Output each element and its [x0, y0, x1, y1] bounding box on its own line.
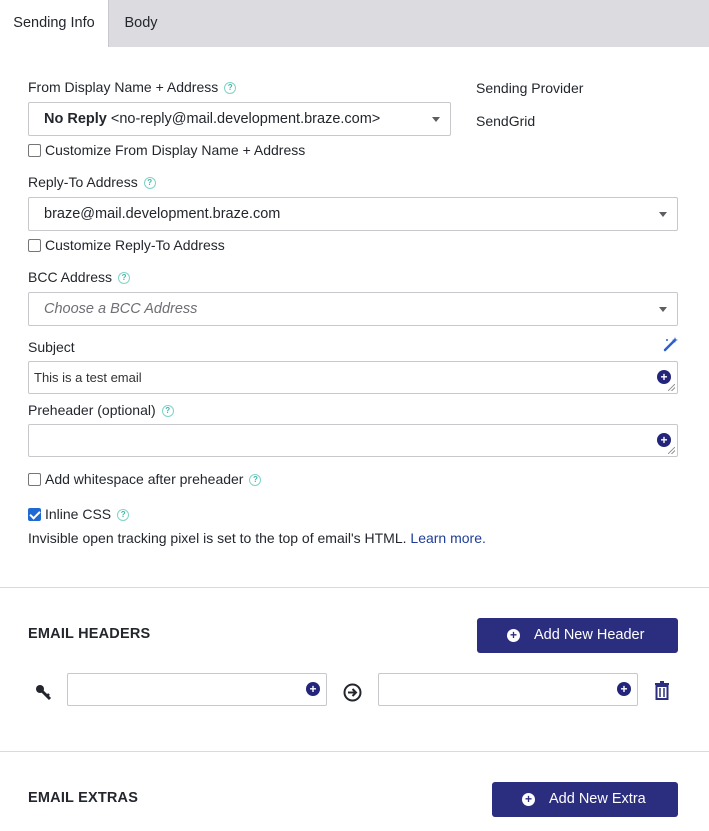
subject-input[interactable]: This is a test email +	[28, 361, 678, 394]
bcc-label: BCC Address	[28, 269, 113, 285]
help-icon[interactable]: ?	[161, 405, 174, 417]
sending-provider-value: SendGrid	[476, 113, 536, 129]
inline-css-checkbox[interactable]	[28, 508, 41, 521]
inline-css-label-row: Inline CSS?	[45, 506, 130, 522]
tab-bar: Sending Info Body	[0, 0, 709, 47]
learn-more-link[interactable]: Learn more.	[410, 530, 485, 546]
trash-icon[interactable]	[654, 681, 670, 700]
section-divider	[0, 751, 709, 752]
plus-icon: +	[522, 793, 535, 806]
add-new-extra-button[interactable]: + Add New Extra	[492, 782, 678, 817]
section-divider	[0, 587, 709, 588]
customize-from-checkbox[interactable]	[28, 144, 41, 157]
inline-css-note: Invisible open tracking pixel is set to …	[28, 530, 407, 546]
header-key-input[interactable]: +	[67, 673, 327, 706]
preheader-label-row: Preheader (optional)?	[28, 402, 174, 418]
help-icon[interactable]: ?	[118, 272, 131, 284]
help-icon[interactable]: ?	[143, 177, 156, 189]
whitespace-label-row: Add whitespace after preheader?	[45, 471, 262, 487]
customize-reply-to-checkbox[interactable]	[28, 239, 41, 252]
chevron-down-icon	[659, 307, 667, 312]
email-headers-title: EMAIL HEADERS	[28, 626, 151, 642]
whitespace-label: Add whitespace after preheader	[45, 471, 244, 487]
whitespace-checkbox[interactable]	[28, 473, 41, 486]
subject-value: This is a test email	[34, 370, 142, 385]
reply-to-label: Reply-To Address	[28, 174, 138, 190]
preheader-input[interactable]: +	[28, 424, 678, 457]
plus-icon: +	[507, 629, 520, 642]
help-icon[interactable]: ?	[249, 474, 262, 486]
bcc-placeholder: Choose a BCC Address	[44, 301, 198, 317]
resize-handle[interactable]	[668, 447, 675, 454]
preheader-label: Preheader (optional)	[28, 402, 156, 418]
from-address-select[interactable]: No Reply <no-reply@mail.development.braz…	[28, 102, 451, 136]
from-label: From Display Name + Address	[28, 79, 219, 95]
add-new-header-button[interactable]: + Add New Header	[477, 618, 678, 653]
reply-to-value: braze@mail.development.braze.com	[44, 206, 281, 222]
inline-css-label: Inline CSS	[45, 506, 112, 522]
personalization-plus-icon[interactable]: +	[617, 682, 631, 696]
bcc-select[interactable]: Choose a BCC Address	[28, 292, 678, 326]
personalization-plus-icon[interactable]: +	[657, 370, 671, 384]
help-icon[interactable]: ?	[117, 509, 130, 521]
tab-sending-info[interactable]: Sending Info	[0, 0, 109, 47]
customize-from-label: Customize From Display Name + Address	[45, 142, 306, 158]
help-icon[interactable]: ?	[224, 82, 237, 94]
chevron-down-icon	[659, 212, 667, 217]
tab-body[interactable]: Body	[109, 0, 173, 47]
bcc-label-row: BCC Address?	[28, 269, 131, 285]
from-label-row: From Display Name + Address?	[28, 79, 237, 95]
key-icon	[36, 685, 52, 701]
from-display-name: No Reply	[44, 111, 107, 127]
magic-wand-icon[interactable]	[663, 336, 679, 352]
inline-css-note-row: Invisible open tracking pixel is set to …	[28, 530, 486, 546]
subject-label: Subject	[28, 339, 75, 355]
email-extras-title: EMAIL EXTRAS	[28, 790, 139, 806]
personalization-plus-icon[interactable]: +	[306, 682, 320, 696]
sending-provider-label: Sending Provider	[476, 80, 584, 96]
header-value-input[interactable]: +	[378, 673, 638, 706]
reply-to-select[interactable]: braze@mail.development.braze.com	[28, 197, 678, 231]
personalization-plus-icon[interactable]: +	[657, 433, 671, 447]
add-new-header-label: Add New Header	[534, 627, 645, 643]
add-new-extra-label: Add New Extra	[549, 791, 646, 807]
from-address-value: <no-reply@mail.development.braze.com>	[110, 111, 381, 127]
arrow-right-circle-icon	[343, 683, 362, 702]
customize-reply-to-label: Customize Reply-To Address	[45, 237, 225, 253]
resize-handle[interactable]	[668, 384, 675, 391]
reply-to-label-row: Reply-To Address?	[28, 174, 156, 190]
chevron-down-icon	[432, 117, 440, 122]
